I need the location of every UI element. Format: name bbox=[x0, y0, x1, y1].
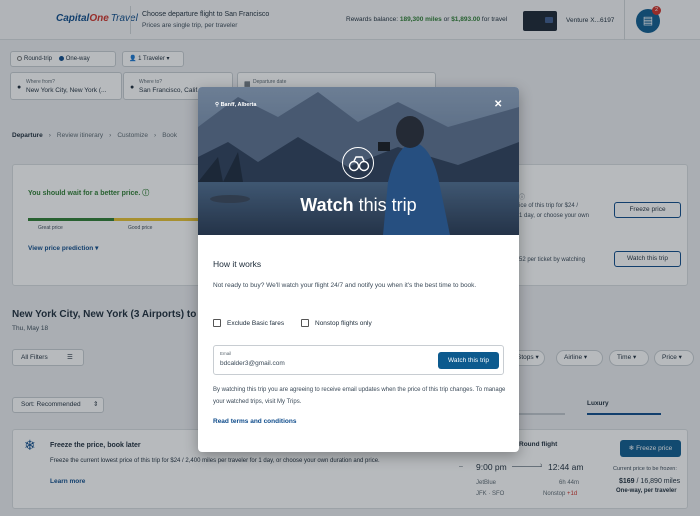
nonstop-only-label: Nonstop flights only bbox=[315, 320, 372, 327]
email-label: Email bbox=[220, 351, 232, 356]
location-text: Banff, Alberta bbox=[220, 102, 257, 108]
location-label: ⚲ Banff, Alberta bbox=[215, 102, 256, 108]
exclude-basic-checkbox[interactable]: Exclude Basic fares bbox=[213, 319, 284, 327]
how-it-works-description: Not ready to buy? We'll watch your fligh… bbox=[213, 282, 477, 289]
terms-link[interactable]: Read terms and conditions bbox=[213, 418, 296, 425]
watch-trip-modal: ⚲ Banff, Alberta ✕ Watch this trip How i… bbox=[198, 87, 519, 452]
close-icon[interactable]: ✕ bbox=[494, 99, 502, 110]
checkbox-icon bbox=[301, 319, 309, 327]
email-field[interactable]: Email bdcalder3@gmail.com Watch this tri… bbox=[213, 345, 504, 375]
modal-title-bold: Watch bbox=[300, 195, 354, 215]
watch-this-trip-submit-button[interactable]: Watch this trip bbox=[438, 352, 499, 369]
modal-title: Watch this trip bbox=[198, 195, 519, 216]
location-pin-icon: ⚲ bbox=[215, 102, 220, 108]
how-it-works-heading: How it works bbox=[213, 259, 262, 269]
modal-title-rest: this trip bbox=[358, 195, 417, 215]
hero-image: ⚲ Banff, Alberta ✕ Watch this trip bbox=[198, 87, 519, 235]
agreement-text: By watching this trip you are agreeing t… bbox=[213, 387, 506, 405]
email-value: bdcalder3@gmail.com bbox=[220, 360, 285, 367]
exclude-basic-label: Exclude Basic fares bbox=[227, 320, 285, 327]
binoculars-icon bbox=[342, 147, 374, 179]
checkbox-icon bbox=[213, 319, 221, 327]
nonstop-only-checkbox[interactable]: Nonstop flights only bbox=[301, 319, 372, 327]
